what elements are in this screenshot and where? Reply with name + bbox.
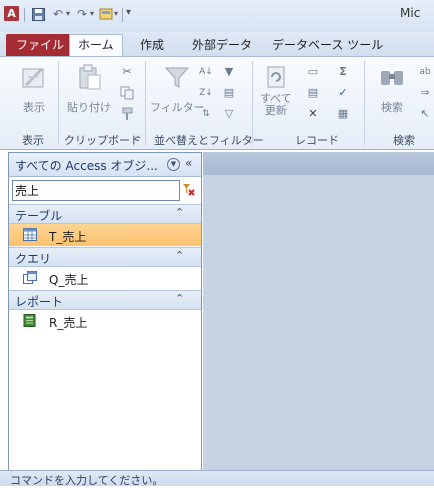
query-icon: [23, 271, 37, 284]
replace-icon[interactable]: ab: [418, 65, 432, 79]
save-record-icon[interactable]: ▤: [306, 86, 320, 100]
collapse-group-icon[interactable]: ⌃: [175, 206, 184, 219]
nav-item-q-sales[interactable]: Q_売上: [9, 267, 201, 289]
ribbon-tabs: ファイル ホーム 作成 外部データ データベース ツール: [0, 32, 434, 57]
qat-separator: [24, 8, 25, 22]
group-label-find: 検索: [393, 134, 415, 147]
sort-ascending-icon[interactable]: A↓: [199, 65, 213, 79]
report-icon: [23, 314, 36, 327]
group-separator: [58, 61, 59, 145]
spelling-icon[interactable]: ✓: [336, 86, 350, 100]
qat-more-icon[interactable]: ▾: [126, 7, 131, 18]
save-icon[interactable]: [30, 6, 46, 22]
binoculars-icon: [381, 71, 403, 85]
view-icon: [22, 67, 44, 88]
new-record-icon[interactable]: ▭: [306, 65, 320, 79]
filter-button[interactable]: フィルター: [150, 63, 205, 115]
search-box[interactable]: [12, 180, 180, 201]
advanced-filter-icon[interactable]: ▤: [222, 86, 236, 100]
title-bar: A ↶ ▾ ↷ ▾ ▾ ▾ Mic: [0, 0, 434, 32]
qat-separator: [122, 8, 123, 22]
group-label-clipboard: クリップボード: [64, 134, 141, 147]
table-icon: [23, 228, 37, 241]
tab-create[interactable]: 作成: [132, 34, 172, 56]
collapse-pane-icon[interactable]: «: [185, 156, 192, 170]
group-label-sort-filter: 並べ替えとフィルター: [154, 134, 264, 147]
select-icon[interactable]: ↖: [418, 107, 432, 121]
group-separator: [252, 61, 253, 145]
customize-icon[interactable]: [98, 6, 114, 22]
status-text: コマンドを入力してください。: [10, 474, 164, 487]
clear-sort-icon[interactable]: ⇅: [199, 107, 213, 121]
qat-customize-dropdown-icon[interactable]: ▾: [114, 9, 118, 18]
group-separator: [364, 61, 365, 145]
group-label-records: レコード: [295, 134, 339, 147]
tab-file[interactable]: ファイル: [6, 34, 75, 56]
clear-search-icon[interactable]: [181, 182, 196, 197]
chevron-down-icon[interactable]: ▼: [167, 158, 180, 171]
nav-item-t-sales[interactable]: T_売上: [9, 224, 201, 246]
collapse-group-icon[interactable]: ⌃: [175, 249, 184, 262]
refresh-icon: [267, 66, 285, 88]
tab-home[interactable]: ホーム: [69, 34, 123, 57]
redo-dropdown-icon[interactable]: ▾: [90, 9, 94, 18]
document-area: [203, 152, 434, 470]
format-painter-icon[interactable]: [120, 107, 134, 121]
nav-pane-title[interactable]: すべての Access オブジ...: [15, 157, 158, 174]
refresh-all-button[interactable]: すべて 更新: [260, 63, 292, 117]
clipboard-launcher-icon[interactable]: ⌐: [134, 134, 142, 144]
toggle-filter-icon[interactable]: ▽: [222, 107, 236, 121]
nav-group-reports[interactable]: レポート ⌃: [9, 290, 201, 310]
more-records-icon[interactable]: ▦: [336, 107, 350, 121]
nav-group-tables[interactable]: テーブル ⌃: [9, 204, 201, 224]
window-title: Mic: [400, 6, 421, 20]
document-tab-strip: [203, 152, 434, 175]
ribbon: 表示 表示 貼り付け ✂ クリップボード ⌐ フィルター A↓ Z↓ ⇅ ▼ ▤…: [0, 56, 434, 150]
paste-button[interactable]: 貼り付け: [67, 63, 111, 115]
search-input[interactable]: [15, 182, 175, 198]
undo-icon[interactable]: ↶: [50, 6, 66, 22]
group-label-view: 表示: [22, 134, 44, 147]
view-button[interactable]: 表示: [20, 63, 48, 115]
selection-filter-icon[interactable]: ▼: [222, 65, 236, 79]
tab-external-data[interactable]: 外部データ: [184, 34, 260, 56]
find-button[interactable]: 検索: [378, 63, 406, 115]
tab-database-tools[interactable]: データベース ツール: [264, 34, 391, 56]
sort-descending-icon[interactable]: Z↓: [199, 86, 213, 100]
copy-icon[interactable]: [120, 86, 134, 100]
totals-icon[interactable]: Σ: [336, 65, 350, 79]
nav-group-queries[interactable]: クエリ ⌃: [9, 247, 201, 267]
nav-pane-header[interactable]: すべての Access オブジ... ▼ «: [9, 153, 201, 177]
filter-icon: [165, 67, 190, 88]
access-app-icon[interactable]: A: [4, 6, 19, 21]
status-bar: コマンドを入力してください。: [0, 470, 434, 487]
group-separator: [145, 61, 146, 145]
collapse-group-icon[interactable]: ⌃: [175, 292, 184, 305]
redo-icon[interactable]: ↷: [74, 6, 90, 22]
navigation-pane: すべての Access オブジ... ▼ « テーブル ⌃ T_売上 クエリ ⌃…: [8, 152, 202, 472]
delete-icon[interactable]: ✕: [306, 107, 320, 121]
paste-icon: [79, 64, 101, 90]
nav-item-r-sales[interactable]: R_売上: [9, 310, 201, 332]
goto-icon[interactable]: ⇒: [418, 86, 432, 100]
cut-icon[interactable]: ✂: [120, 65, 134, 79]
undo-dropdown-icon[interactable]: ▾: [66, 9, 70, 18]
